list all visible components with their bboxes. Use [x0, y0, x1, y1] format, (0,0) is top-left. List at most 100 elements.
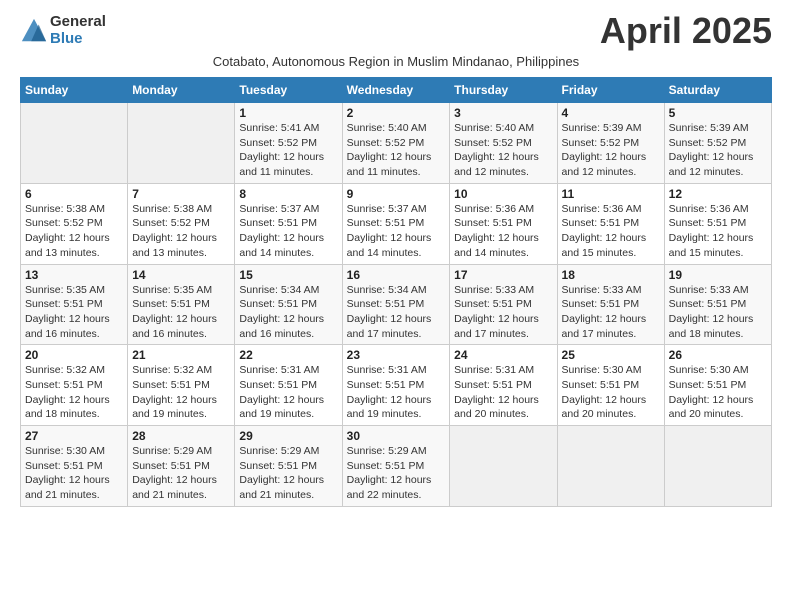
sunrise-text: Sunrise: 5:33 AM [562, 284, 642, 296]
calendar-cell: 13Sunrise: 5:35 AMSunset: 5:51 PMDayligh… [21, 264, 128, 345]
day-info: Sunrise: 5:31 AMSunset: 5:51 PMDaylight:… [239, 363, 337, 422]
day-number: 19 [669, 268, 767, 282]
daylight-text: Daylight: 12 hours and 12 minutes. [669, 151, 754, 178]
day-info: Sunrise: 5:38 AMSunset: 5:52 PMDaylight:… [132, 202, 230, 261]
sunrise-text: Sunrise: 5:29 AM [132, 445, 212, 457]
sunrise-text: Sunrise: 5:29 AM [347, 445, 427, 457]
day-info: Sunrise: 5:29 AMSunset: 5:51 PMDaylight:… [347, 444, 446, 503]
day-info: Sunrise: 5:39 AMSunset: 5:52 PMDaylight:… [669, 121, 767, 180]
sunrise-text: Sunrise: 5:40 AM [454, 122, 534, 134]
calendar-week-5: 27Sunrise: 5:30 AMSunset: 5:51 PMDayligh… [21, 426, 772, 507]
sunset-text: Sunset: 5:51 PM [347, 298, 425, 310]
daylight-text: Daylight: 12 hours and 21 minutes. [132, 474, 217, 501]
daylight-text: Daylight: 12 hours and 13 minutes. [25, 232, 110, 259]
sunset-text: Sunset: 5:51 PM [669, 298, 747, 310]
logo-general: General [50, 14, 106, 31]
day-number: 9 [347, 187, 446, 201]
day-number: 14 [132, 268, 230, 282]
day-number: 29 [239, 429, 337, 443]
calendar-cell: 29Sunrise: 5:29 AMSunset: 5:51 PMDayligh… [235, 426, 342, 507]
sunset-text: Sunset: 5:51 PM [347, 379, 425, 391]
sunset-text: Sunset: 5:51 PM [132, 460, 210, 472]
sunset-text: Sunset: 5:52 PM [25, 217, 103, 229]
sunset-text: Sunset: 5:52 PM [239, 137, 317, 149]
day-info: Sunrise: 5:40 AMSunset: 5:52 PMDaylight:… [454, 121, 552, 180]
calendar-week-2: 6Sunrise: 5:38 AMSunset: 5:52 PMDaylight… [21, 183, 772, 264]
calendar-cell: 6Sunrise: 5:38 AMSunset: 5:52 PMDaylight… [21, 183, 128, 264]
sunrise-text: Sunrise: 5:33 AM [669, 284, 749, 296]
day-info: Sunrise: 5:30 AMSunset: 5:51 PMDaylight:… [669, 363, 767, 422]
header-tuesday: Tuesday [235, 78, 342, 103]
day-number: 8 [239, 187, 337, 201]
header-friday: Friday [557, 78, 664, 103]
day-number: 15 [239, 268, 337, 282]
calendar-cell: 7Sunrise: 5:38 AMSunset: 5:52 PMDaylight… [128, 183, 235, 264]
daylight-text: Daylight: 12 hours and 11 minutes. [347, 151, 432, 178]
sunset-text: Sunset: 5:51 PM [454, 379, 532, 391]
sunrise-text: Sunrise: 5:36 AM [669, 203, 749, 215]
daylight-text: Daylight: 12 hours and 11 minutes. [239, 151, 324, 178]
calendar-cell: 26Sunrise: 5:30 AMSunset: 5:51 PMDayligh… [664, 345, 771, 426]
header-thursday: Thursday [450, 78, 557, 103]
sunset-text: Sunset: 5:52 PM [454, 137, 532, 149]
calendar-cell: 28Sunrise: 5:29 AMSunset: 5:51 PMDayligh… [128, 426, 235, 507]
day-number: 21 [132, 348, 230, 362]
calendar-cell: 25Sunrise: 5:30 AMSunset: 5:51 PMDayligh… [557, 345, 664, 426]
sunrise-text: Sunrise: 5:37 AM [239, 203, 319, 215]
calendar-header: Sunday Monday Tuesday Wednesday Thursday… [21, 78, 772, 103]
sunrise-text: Sunrise: 5:29 AM [239, 445, 319, 457]
day-info: Sunrise: 5:33 AMSunset: 5:51 PMDaylight:… [669, 283, 767, 342]
calendar-body: 1Sunrise: 5:41 AMSunset: 5:52 PMDaylight… [21, 103, 772, 507]
sunset-text: Sunset: 5:51 PM [239, 379, 317, 391]
sunset-text: Sunset: 5:52 PM [562, 137, 640, 149]
calendar-cell: 20Sunrise: 5:32 AMSunset: 5:51 PMDayligh… [21, 345, 128, 426]
sunrise-text: Sunrise: 5:32 AM [132, 364, 212, 376]
daylight-text: Daylight: 12 hours and 16 minutes. [132, 313, 217, 340]
day-info: Sunrise: 5:30 AMSunset: 5:51 PMDaylight:… [562, 363, 660, 422]
day-info: Sunrise: 5:41 AMSunset: 5:52 PMDaylight:… [239, 121, 337, 180]
sunrise-text: Sunrise: 5:37 AM [347, 203, 427, 215]
calendar-cell: 8Sunrise: 5:37 AMSunset: 5:51 PMDaylight… [235, 183, 342, 264]
month-title: April 2025 [600, 10, 772, 52]
calendar-cell: 11Sunrise: 5:36 AMSunset: 5:51 PMDayligh… [557, 183, 664, 264]
sunrise-text: Sunrise: 5:36 AM [562, 203, 642, 215]
sunset-text: Sunset: 5:51 PM [669, 217, 747, 229]
calendar-week-4: 20Sunrise: 5:32 AMSunset: 5:51 PMDayligh… [21, 345, 772, 426]
day-info: Sunrise: 5:29 AM Sunset: 5:51 PM Daylight:… [132, 444, 230, 503]
sunset-text: Sunset: 5:52 PM [347, 137, 425, 149]
day-number: 12 [669, 187, 767, 201]
sunset-text: Sunset: 5:51 PM [132, 298, 210, 310]
daylight-text: Daylight: 12 hours and 19 minutes. [132, 394, 217, 421]
calendar-cell: 21Sunrise: 5:32 AMSunset: 5:51 PMDayligh… [128, 345, 235, 426]
sunset-text: Sunset: 5:51 PM [669, 379, 747, 391]
daylight-text: Daylight: 12 hours and 20 minutes. [562, 394, 647, 421]
day-info: Sunrise: 5:33 AMSunset: 5:51 PMDaylight:… [454, 283, 552, 342]
calendar-cell: 5Sunrise: 5:39 AMSunset: 5:52 PMDaylight… [664, 103, 771, 184]
day-number: 17 [454, 268, 552, 282]
header-monday: Monday [128, 78, 235, 103]
day-number: 3 [454, 106, 552, 120]
logo-text: General Blue [50, 14, 106, 47]
daylight-text: Daylight: 12 hours and 21 minutes. [25, 474, 110, 501]
sunset-text: Sunset: 5:51 PM [454, 217, 532, 229]
day-number: 2 [347, 106, 446, 120]
sunrise-text: Sunrise: 5:40 AM [347, 122, 427, 134]
calendar-cell: 18Sunrise: 5:33 AMSunset: 5:51 PMDayligh… [557, 264, 664, 345]
day-number: 13 [25, 268, 123, 282]
calendar-cell: 3Sunrise: 5:40 AMSunset: 5:52 PMDaylight… [450, 103, 557, 184]
header-wednesday: Wednesday [342, 78, 450, 103]
sunset-text: Sunset: 5:51 PM [25, 298, 103, 310]
sunrise-text: Sunrise: 5:39 AM [669, 122, 749, 134]
header-sunday: Sunday [21, 78, 128, 103]
daylight-text: Daylight: 12 hours and 20 minutes. [669, 394, 754, 421]
calendar-cell: 17Sunrise: 5:33 AMSunset: 5:51 PMDayligh… [450, 264, 557, 345]
calendar-cell [21, 103, 128, 184]
day-info: Sunrise: 5:35 AMSunset: 5:51 PMDaylight:… [132, 283, 230, 342]
header: General Blue April 2025 [20, 10, 772, 52]
day-info: Sunrise: 5:36 AMSunset: 5:51 PMDaylight:… [454, 202, 552, 261]
logo-icon [20, 17, 48, 45]
day-info: Sunrise: 5:40 AM Sunset: 5:52 PM Daylight:… [347, 121, 446, 180]
day-info: Sunrise: 5:32 AMSunset: 5:51 PMDaylight:… [132, 363, 230, 422]
daylight-text: Daylight: 12 hours and 17 minutes. [562, 313, 647, 340]
day-info: Sunrise: 5:36 AMSunset: 5:51 PMDaylight:… [562, 202, 660, 261]
